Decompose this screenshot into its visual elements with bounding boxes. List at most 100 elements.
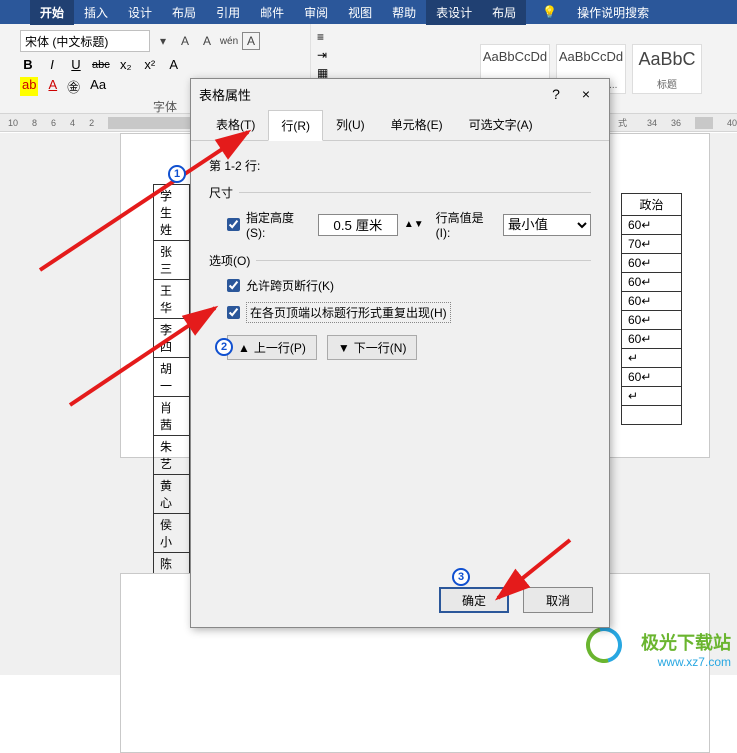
table-cell[interactable]: 侯小 [154, 514, 190, 553]
table-cell[interactable]: 60↵ [622, 254, 682, 273]
spinner-icon[interactable]: ▲▼ [404, 219, 424, 230]
tab-row[interactable]: 行(R) [268, 110, 323, 141]
badge-1: 1 [168, 165, 186, 183]
table-cell[interactable]: 胡一 [154, 358, 190, 397]
watermark: 极光下载站 www.xz7.com [641, 629, 731, 669]
table-header-cell[interactable]: 政治 [622, 194, 682, 216]
phonetic-icon[interactable]: wén [220, 32, 238, 50]
ruler-mark: 36 [671, 118, 681, 128]
table-cell[interactable]: 学生姓 [154, 185, 190, 241]
decrease-font-icon[interactable]: A [198, 32, 216, 50]
row-height-is-label: 行高值是(I): [436, 209, 497, 240]
enclose-char-button[interactable]: ㊎ [67, 77, 80, 96]
font-name-select[interactable] [20, 30, 150, 52]
cancel-button[interactable]: 取消 [523, 587, 593, 613]
options-section-label: 选项(O) [209, 252, 591, 269]
table-cell[interactable]: 张三 [154, 241, 190, 280]
tab-layout[interactable]: 布局 [162, 0, 206, 25]
table-cell[interactable]: 60↵ [622, 368, 682, 387]
ruler-mark: 10 [8, 118, 18, 128]
down-triangle-icon: ▼ [338, 341, 350, 355]
table-cell[interactable]: 60↵ [622, 216, 682, 235]
table-properties-dialog: 表格属性 ? × 表格(T) 行(R) 列(U) 单元格(E) 可选文字(A) … [190, 78, 610, 628]
ruler-mark: 8 [32, 118, 37, 128]
ruler-mark: 6 [51, 118, 56, 128]
change-case-button[interactable]: Aa [90, 77, 106, 96]
ruler-mark: 2 [89, 118, 94, 128]
tab-references[interactable]: 引用 [206, 0, 250, 25]
font-color-button[interactable]: A [48, 77, 57, 96]
watermark-name: 极光下载站 [641, 633, 731, 653]
table-cell[interactable]: ↵ [622, 387, 682, 406]
ruler-end [695, 117, 713, 129]
table-right[interactable]: 政治 60↵ 70↵ 60↵ 60↵ 60↵ 60↵ 60↵ ↵ 60↵ ↵ [621, 193, 682, 425]
bold-button[interactable]: B [20, 57, 36, 72]
tab-table[interactable]: 表格(T) [203, 109, 268, 140]
dialog-titlebar[interactable]: 表格属性 ? × [191, 79, 609, 109]
table-cell[interactable]: 李四 [154, 319, 190, 358]
tab-view[interactable]: 视图 [338, 0, 382, 25]
ruler-mark: 4 [70, 118, 75, 128]
allow-break-label: 允许跨页断行(K) [246, 277, 334, 294]
watermark-url: www.xz7.com [641, 655, 731, 669]
style-box-3[interactable]: AaBbC 标题 [632, 44, 702, 94]
strike-button[interactable]: abc [92, 59, 110, 71]
table-cell[interactable]: 60↵ [622, 330, 682, 349]
highlight-button[interactable]: ab [20, 77, 38, 96]
subscript-button[interactable]: x₂ [118, 57, 134, 72]
tab-insert[interactable]: 插入 [74, 0, 118, 25]
prev-row-button[interactable]: ▲上一行(P) [227, 335, 317, 360]
tab-help[interactable]: 帮助 [382, 0, 426, 25]
next-row-button[interactable]: ▼下一行(N) [327, 335, 418, 360]
table-cell[interactable]: 60↵ [622, 311, 682, 330]
table-cell[interactable]: 黄心 [154, 475, 190, 514]
table-cell[interactable] [622, 406, 682, 425]
table-cell[interactable]: 60↵ [622, 292, 682, 311]
bullets-icon[interactable]: ≡ [317, 30, 364, 44]
superscript-button[interactable]: x² [142, 57, 158, 72]
styles-section-label: 式 [618, 116, 627, 129]
height-input[interactable] [318, 214, 398, 236]
specify-height-checkbox[interactable] [227, 218, 240, 231]
repeat-header-checkbox[interactable] [227, 306, 240, 319]
table-cell[interactable]: 60↵ [622, 273, 682, 292]
table-cell[interactable]: 70↵ [622, 235, 682, 254]
badge-2: 2 [215, 338, 233, 356]
close-icon[interactable]: × [571, 86, 601, 102]
increase-font-icon[interactable]: A [176, 32, 194, 50]
style-preview-1: AaBbCcDd [481, 49, 549, 64]
badge-3: 3 [452, 568, 470, 586]
style-preview-3: AaBbC [633, 49, 701, 70]
italic-button[interactable]: I [44, 57, 60, 72]
search-hint[interactable]: 操作说明搜索 [567, 0, 659, 25]
table-cell[interactable]: 王华 [154, 280, 190, 319]
allow-break-checkbox[interactable] [227, 279, 240, 292]
tab-column[interactable]: 列(U) [323, 109, 378, 140]
ruler-mark: 34 [647, 118, 657, 128]
tab-design[interactable]: 设计 [118, 0, 162, 25]
tab-table-design[interactable]: 表设计 [426, 0, 482, 25]
row-range-label: 第 1-2 行: [209, 157, 591, 174]
dialog-body: 第 1-2 行: 尺寸 指定高度(S): ▲▼ 行高值是(I): 最小值 选项(… [191, 141, 609, 376]
tab-cell[interactable]: 单元格(E) [378, 109, 456, 140]
dialog-tabs: 表格(T) 行(R) 列(U) 单元格(E) 可选文字(A) [191, 109, 609, 141]
table-cell[interactable]: ↵ [622, 349, 682, 368]
underline-button[interactable]: U [68, 57, 84, 72]
table-cell[interactable]: 朱艺 [154, 436, 190, 475]
font-size-empty[interactable]: ▾ [154, 32, 172, 50]
bulb-icon: 💡 [532, 1, 567, 23]
text-effects-button[interactable]: A [166, 57, 182, 72]
row-height-type-select[interactable]: 最小值 [503, 214, 591, 236]
indent-icon[interactable]: ⇥ [317, 48, 364, 62]
tab-review[interactable]: 审阅 [294, 0, 338, 25]
repeat-header-label: 在各页顶端以标题行形式重复出现(H) [246, 302, 451, 323]
tab-mail[interactable]: 邮件 [250, 0, 294, 25]
ok-button[interactable]: 确定 [439, 587, 509, 613]
table-cell[interactable]: 肖茜 [154, 397, 190, 436]
tab-start[interactable]: 开始 [30, 0, 74, 25]
size-section-label: 尺寸 [209, 184, 591, 201]
tab-alt-text[interactable]: 可选文字(A) [456, 109, 546, 140]
tab-table-layout[interactable]: 布局 [482, 0, 526, 25]
help-icon[interactable]: ? [541, 86, 571, 102]
char-border-icon[interactable]: A [242, 32, 260, 50]
